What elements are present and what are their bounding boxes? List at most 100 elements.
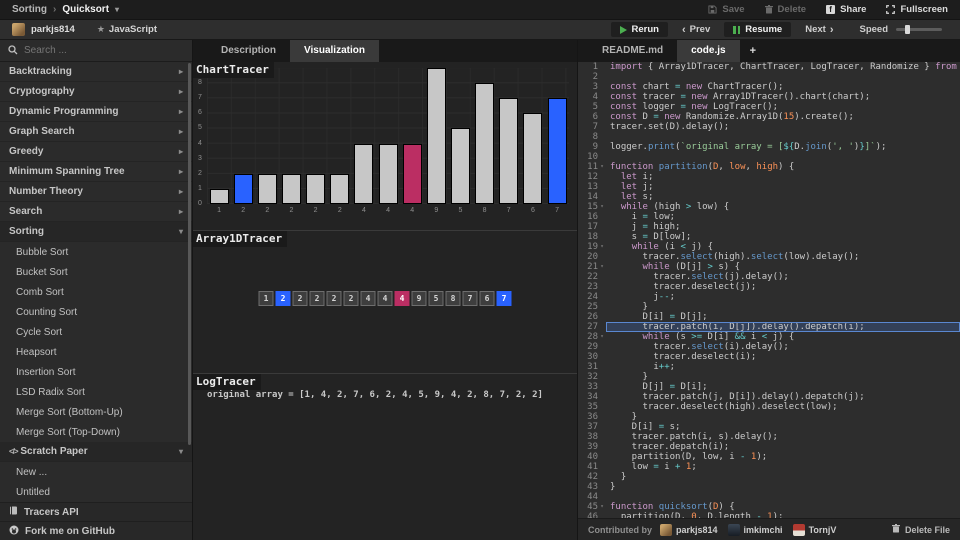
tab-visualization[interactable]: Visualization xyxy=(290,40,379,62)
code-line[interactable]: 25 } xyxy=(578,302,960,312)
code-text[interactable]: tracer.deselect(i); xyxy=(606,352,960,362)
fold-icon[interactable]: ▾ xyxy=(598,162,606,172)
contributor-imkimchi[interactable]: imkimchi xyxy=(727,523,783,536)
code-text[interactable]: while (s >= D[i] && i < j) { xyxy=(606,332,960,342)
author-name[interactable]: parkjs814 xyxy=(31,24,75,35)
code-text[interactable]: tracer.deselect(j); xyxy=(606,282,960,292)
code-line[interactable]: 21 ▾ while (D[j] > s) { xyxy=(578,262,960,272)
fold-icon[interactable]: ▾ xyxy=(598,332,606,342)
code-line[interactable]: 3 const chart = new ChartTracer(); xyxy=(578,82,960,92)
code-text[interactable]: tracer.set(D).delay(); xyxy=(606,122,960,132)
array-cell[interactable]: 2 xyxy=(292,291,308,306)
chart-bar[interactable] xyxy=(475,83,495,204)
array-cell[interactable]: 4 xyxy=(377,291,393,306)
speed-slider-thumb[interactable] xyxy=(905,25,911,34)
array-cell[interactable]: 4 xyxy=(360,291,376,306)
code-line[interactable]: 27 tracer.patch(i, D[j]).delay().depatch… xyxy=(578,322,960,332)
code-line[interactable]: 39 tracer.depatch(i); xyxy=(578,442,960,452)
contributor-tornjv[interactable]: TornjV xyxy=(792,523,836,536)
share-button[interactable]: f Share xyxy=(826,4,866,15)
sidebar-category-number-theory[interactable]: Number Theory ▸ xyxy=(0,182,192,202)
sidebar-item-untitled[interactable]: Untitled xyxy=(0,482,192,502)
code-text[interactable]: const tracer = new Array1DTracer().chart… xyxy=(606,92,960,102)
array-cell[interactable]: 2 xyxy=(343,291,359,306)
code-line[interactable]: 7 tracer.set(D).delay(); xyxy=(578,122,960,132)
array-cell[interactable]: 2 xyxy=(275,291,291,306)
sidebar-link-tracers-api[interactable]: Tracers API xyxy=(0,502,192,521)
sidebar-category-search[interactable]: Search ▸ xyxy=(0,202,192,222)
code-line[interactable]: 11 ▾ function partition(D, low, high) { xyxy=(578,162,960,172)
code-line[interactable]: 8 xyxy=(578,132,960,142)
code-text[interactable]: j--; xyxy=(606,292,960,302)
delete-file-button[interactable]: Delete File xyxy=(891,524,950,535)
sidebar-item-new-[interactable]: New ... xyxy=(0,462,192,482)
chart-bar[interactable] xyxy=(281,173,301,204)
code-line[interactable]: 33 D[j] = D[i]; xyxy=(578,382,960,392)
chart-bar[interactable] xyxy=(499,98,519,204)
code-text[interactable]: const logger = new LogTracer(); xyxy=(606,102,960,112)
array-cell[interactable]: 2 xyxy=(326,291,342,306)
code-text[interactable]: function partition(D, low, high) { xyxy=(606,162,960,172)
code-line[interactable]: 13 let j; xyxy=(578,182,960,192)
array-cell[interactable]: 4 xyxy=(394,291,410,306)
sidebar-item-cycle-sort[interactable]: Cycle Sort xyxy=(0,322,192,342)
tab-description[interactable]: Description xyxy=(207,40,290,62)
sidebar-scrollbar[interactable] xyxy=(188,63,191,445)
code-line[interactable]: 28 ▾ while (s >= D[i] && i < j) { xyxy=(578,332,960,342)
save-button[interactable]: Save xyxy=(708,4,745,15)
code-text[interactable]: i = low; xyxy=(606,212,960,222)
code-line[interactable]: 19 ▾ while (i < j) { xyxy=(578,242,960,252)
code-text[interactable] xyxy=(606,132,960,142)
next-button[interactable]: Next › xyxy=(805,24,833,36)
sidebar-category-dynamic-programming[interactable]: Dynamic Programming ▸ xyxy=(0,102,192,122)
code-text[interactable]: function quicksort(D) { xyxy=(606,502,960,512)
array-cell[interactable]: 1 xyxy=(258,291,274,306)
code-line[interactable]: 31 i++; xyxy=(578,362,960,372)
code-line[interactable]: 41 low = i + 1; xyxy=(578,462,960,472)
sidebar-item-merge-sort-top-down-[interactable]: Merge Sort (Top-Down) xyxy=(0,422,192,442)
chart-bar[interactable] xyxy=(402,143,422,204)
code-text[interactable]: tracer.depatch(i); xyxy=(606,442,960,452)
chart-bar[interactable] xyxy=(450,128,470,204)
language-label[interactable]: JavaScript xyxy=(109,24,157,35)
code-text[interactable]: tracer.patch(i, s).delay(); xyxy=(606,432,960,442)
code-text[interactable]: while (i < j) { xyxy=(606,242,960,252)
sidebar-link-fork-me-on-github[interactable]: Fork me on GitHub xyxy=(0,521,192,540)
code-text[interactable]: tracer.deselect(high).deselect(low); xyxy=(606,402,960,412)
code-line[interactable]: 5 const logger = new LogTracer(); xyxy=(578,102,960,112)
sidebar-item-comb-sort[interactable]: Comb Sort xyxy=(0,282,192,302)
chart-bar[interactable] xyxy=(354,143,374,204)
code-line[interactable]: 32 } xyxy=(578,372,960,382)
code-line[interactable]: 14 let s; xyxy=(578,192,960,202)
fold-icon[interactable]: ▾ xyxy=(598,262,606,272)
sidebar-item-bubble-sort[interactable]: Bubble Sort xyxy=(0,242,192,262)
code-text[interactable]: j = high; xyxy=(606,222,960,232)
new-tab-button[interactable]: + xyxy=(740,40,766,62)
code-line[interactable]: 1 import { Array1DTracer, ChartTracer, Lo… xyxy=(578,62,960,72)
code-line[interactable]: 12 let i; xyxy=(578,172,960,182)
code-text[interactable]: D[i] = D[j]; xyxy=(606,312,960,322)
chart-bar[interactable] xyxy=(209,188,229,204)
code-text[interactable]: } xyxy=(606,302,960,312)
code-text[interactable]: tracer.select(i).delay(); xyxy=(606,342,960,352)
chart-bar[interactable] xyxy=(426,68,446,204)
sidebar-category-greedy[interactable]: Greedy ▸ xyxy=(0,142,192,162)
code-line[interactable]: 24 j--; xyxy=(578,292,960,302)
code-text[interactable]: let j; xyxy=(606,182,960,192)
fold-icon[interactable]: ▾ xyxy=(598,502,606,512)
code-line[interactable]: 45 ▾ function quicksort(D) { xyxy=(578,502,960,512)
code-line[interactable]: 23 tracer.deselect(j); xyxy=(578,282,960,292)
sidebar-category-scratch-paper[interactable]: </> Scratch Paper ▾ xyxy=(0,442,192,462)
sidebar-item-counting-sort[interactable]: Counting Sort xyxy=(0,302,192,322)
code-text[interactable]: D[i] = s; xyxy=(606,422,960,432)
code-text[interactable]: let s; xyxy=(606,192,960,202)
chart-bar[interactable] xyxy=(523,113,543,204)
contributor-parkjs814[interactable]: parkjs814 xyxy=(660,523,718,536)
code-text[interactable]: logger.print(`original array = [${D.join… xyxy=(606,142,960,152)
code-line[interactable]: 34 tracer.patch(j, D[i]).delay().depatch… xyxy=(578,392,960,402)
sidebar-category-cryptography[interactable]: Cryptography ▸ xyxy=(0,82,192,102)
chart-bar[interactable] xyxy=(378,143,398,204)
code-line[interactable]: 18 s = D[low]; xyxy=(578,232,960,242)
editor-tab-code-js[interactable]: code.js xyxy=(677,40,740,62)
code-text[interactable]: } xyxy=(606,482,960,492)
